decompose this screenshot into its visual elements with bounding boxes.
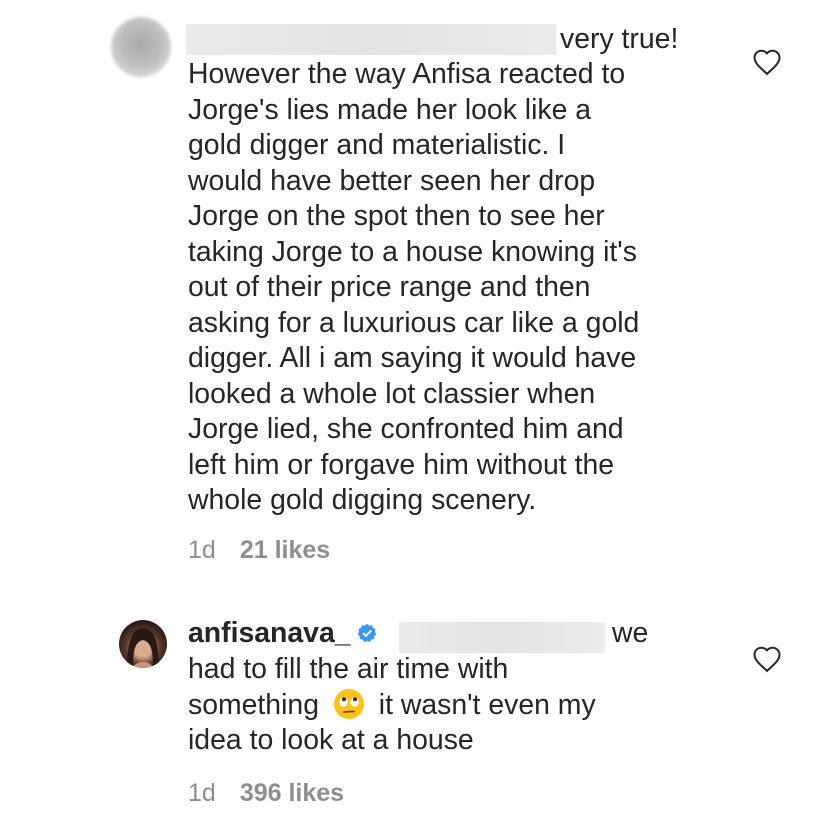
comment-line: idea to look at a house	[188, 724, 474, 756]
eye-roll-emoji	[333, 688, 364, 719]
comment-body: However the way Anfisa reacted to Jorge'…	[188, 57, 718, 519]
blurred-mention[interactable]	[399, 622, 605, 653]
comment-line: Jorge on the spot then to see her	[188, 200, 605, 232]
comment-line: left him or forgave him without the	[188, 448, 615, 481]
comment-first-line-text: we	[612, 617, 649, 649]
comment-line: gold digger and materialistic. I	[188, 129, 566, 161]
heart-outline-icon[interactable]	[752, 48, 782, 76]
comment-line: something it wasn't even my	[188, 688, 718, 724]
comment-line: asking for a luxurious car like a gold	[188, 306, 640, 339]
comment-line-segment: it wasn't even my	[378, 688, 596, 721]
comment-line: out of their price range and then	[188, 271, 591, 303]
comment-time[interactable]: 1d	[188, 779, 216, 807]
comment-meta: 1d 21 likes	[188, 536, 330, 565]
heart-outline-icon[interactable]	[752, 645, 782, 673]
like-count[interactable]: 396 likes	[240, 779, 344, 807]
comment-line: had to fill the air time with	[188, 653, 509, 685]
comment-time[interactable]: 1d	[188, 536, 216, 564]
comment-line: digger. All i am saying it would have	[188, 342, 637, 374]
comment-meta: 1d 396 likes	[188, 779, 344, 808]
comment-body: had to fill the air time with something …	[188, 652, 718, 759]
like-count[interactable]: 21 likes	[240, 536, 330, 564]
comment-line: Jorge lied, she confronted him and	[188, 413, 624, 445]
comment-first-line: anfisanava_	[188, 616, 377, 652]
comment-line: looked a whole lot classier when	[188, 377, 596, 410]
comment-line: taking Jorge to a house knowing it's	[188, 235, 637, 268]
username-link[interactable]: anfisanava_	[188, 617, 351, 649]
verified-badge-icon	[357, 623, 376, 642]
comment-line: would have better seen her drop	[188, 164, 596, 197]
comment-line-segment: something	[188, 688, 319, 721]
comment-line: However the way Anfisa reacted to	[188, 58, 626, 90]
comment-first-line-text: very true!	[560, 23, 679, 55]
avatar-portrait-icon	[127, 628, 159, 668]
blurred-username[interactable]	[186, 24, 556, 55]
comment-line: whole gold digging scenery.	[188, 484, 537, 516]
comment-line: Jorge's lies made her look like a	[188, 93, 592, 126]
commenter-avatar[interactable]	[111, 17, 171, 77]
anfisanava-avatar[interactable]	[119, 620, 167, 668]
